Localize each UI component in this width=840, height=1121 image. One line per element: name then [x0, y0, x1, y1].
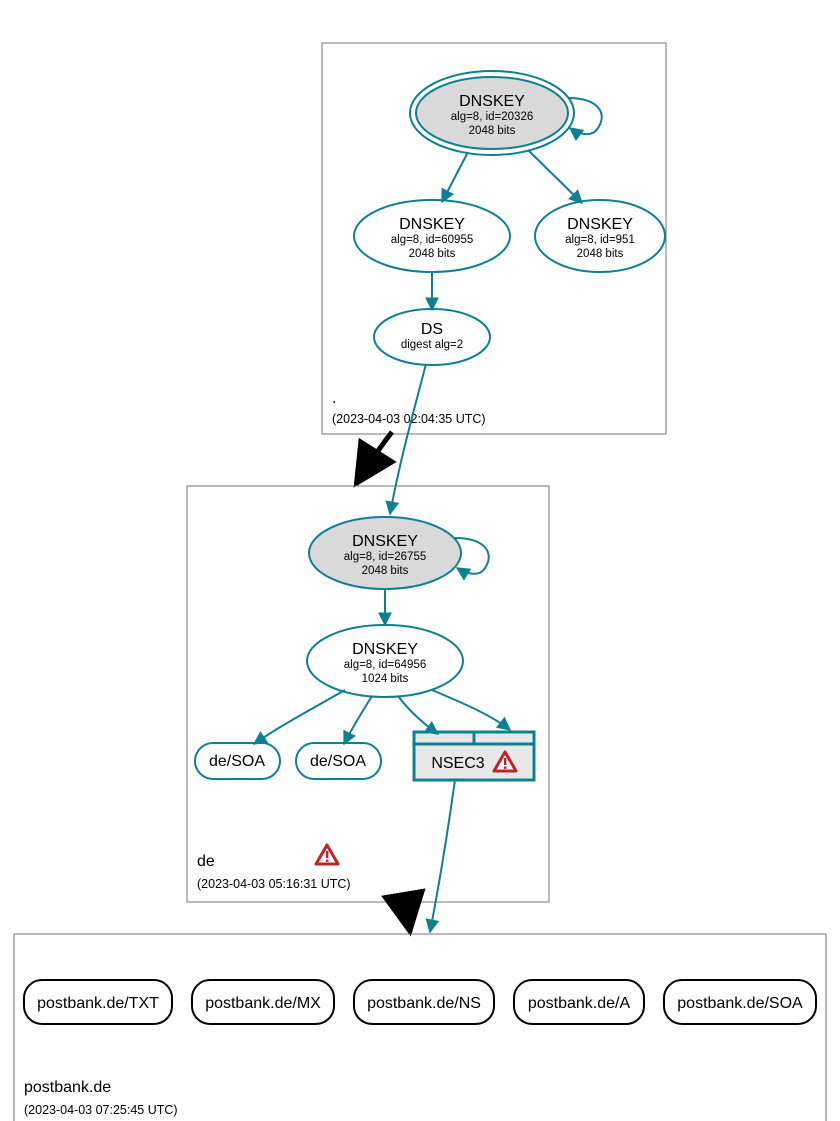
de-nsec3-label: NSEC3 [431, 755, 484, 772]
root-zone-timestamp: (2023-04-03 02:04:35 UTC) [332, 412, 486, 426]
de-ksk-node: DNSKEY alg=8, id=26755 2048 bits [309, 517, 461, 589]
de-soa1-node: de/SOA [195, 743, 280, 779]
leaf-record-label: postbank.de/MX [205, 995, 321, 1012]
leaf-record-txt: postbank.de/TXT [24, 980, 172, 1024]
root-zsk2-title: DNSKEY [567, 216, 633, 233]
leaf-zone-label: postbank.de [24, 1079, 111, 1096]
root-zsk2-sub2: 2048 bits [577, 248, 624, 260]
de-zsk-node: DNSKEY alg=8, id=64956 1024 bits [307, 625, 463, 697]
edge-root-ksk-zsk1 [442, 152, 468, 202]
root-zone-label: . [332, 390, 336, 407]
de-ksk-sub2: 2048 bits [362, 565, 409, 577]
root-ksk-title: DNSKEY [459, 93, 525, 110]
edge-de-nsec3-to-leaf [430, 780, 455, 932]
leaf-record-label: postbank.de/A [528, 995, 631, 1012]
root-ksk-node: DNSKEY alg=8, id=20326 2048 bits [410, 71, 574, 155]
de-soa2-node: de/SOA [296, 743, 381, 779]
de-zone-label: de [197, 853, 215, 870]
edge-de-zsk-soa2 [344, 696, 372, 744]
leaf-record-soa: postbank.de/SOA [664, 980, 816, 1024]
edge-de-zsk-soa1 [254, 690, 345, 744]
root-zsk1-sub1: alg=8, id=60955 [391, 234, 474, 246]
de-zsk-title: DNSKEY [352, 641, 418, 658]
root-ds-sub1: digest alg=2 [401, 339, 463, 351]
root-zsk1-title: DNSKEY [399, 216, 465, 233]
root-zsk1-node: DNSKEY alg=8, id=60955 2048 bits [354, 200, 510, 272]
de-nsec3-node: NSEC3 [414, 732, 534, 780]
root-zsk2-sub1: alg=8, id=951 [565, 234, 635, 246]
root-zsk1-sub2: 2048 bits [409, 248, 456, 260]
edge-root-ds-to-de-ksk [390, 364, 426, 514]
de-zsk-sub2: 1024 bits [362, 673, 409, 685]
root-ds-node: DS digest alg=2 [374, 309, 490, 365]
root-ksk-sub1: alg=8, id=20326 [451, 111, 534, 123]
de-soa1-label: de/SOA [209, 753, 265, 770]
edge-de-to-leaf-box [404, 900, 410, 932]
edge-de-zsk-nsec3b [432, 690, 510, 730]
zone-leaf: postbank.de (2023-04-03 07:25:45 UTC) po… [14, 934, 826, 1121]
zone-de: de (2023-04-03 05:16:31 UTC) DNSKEY alg=… [187, 486, 549, 902]
zone-root: . (2023-04-03 02:04:35 UTC) DNSKEY alg=8… [322, 43, 666, 434]
de-soa2-label: de/SOA [310, 753, 366, 770]
edge-de-zsk-nsec3a [398, 696, 438, 734]
de-ksk-sub1: alg=8, id=26755 [344, 551, 427, 563]
leaf-record-mx: postbank.de/MX [192, 980, 334, 1024]
de-zsk-sub1: alg=8, id=64956 [344, 659, 427, 671]
warning-icon [316, 845, 338, 864]
root-zsk2-node: DNSKEY alg=8, id=951 2048 bits [535, 200, 665, 272]
edge-root-to-de-box [356, 432, 392, 484]
de-zone-timestamp: (2023-04-03 05:16:31 UTC) [197, 877, 351, 891]
root-ds-title: DS [421, 321, 443, 338]
leaf-record-label: postbank.de/TXT [37, 995, 159, 1012]
leaf-zone-timestamp: (2023-04-03 07:25:45 UTC) [24, 1103, 178, 1117]
leaf-record-ns: postbank.de/NS [354, 980, 494, 1024]
root-ksk-sub2: 2048 bits [469, 125, 516, 137]
leaf-record-label: postbank.de/SOA [677, 995, 803, 1012]
leaf-record-label: postbank.de/NS [367, 995, 481, 1012]
de-ksk-title: DNSKEY [352, 533, 418, 550]
edge-root-ksk-zsk2 [528, 150, 582, 203]
leaf-record-a: postbank.de/A [514, 980, 644, 1024]
